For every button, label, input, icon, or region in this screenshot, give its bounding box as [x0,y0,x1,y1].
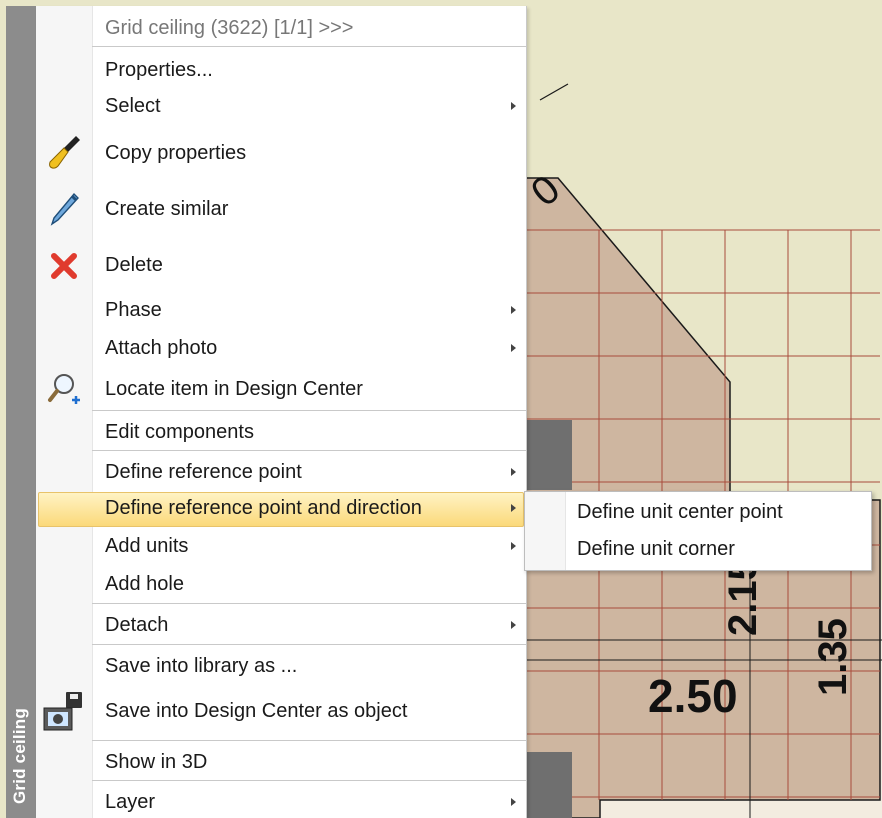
menu-item-label: Create similar [105,198,229,220]
submenu-arrow-icon [511,542,516,550]
menu-separator [92,740,526,741]
submenu-arrow-icon [511,504,516,512]
submenu-arrow-icon [511,344,516,352]
menu-item-label: Define reference point and direction [105,497,422,519]
menu-item-label: Add units [105,535,189,557]
save-photo-icon [42,690,86,734]
menu-item-label: Save into Design Center as object [105,700,408,722]
dimension-text: 2.50 [648,670,738,722]
menu-separator [92,450,526,451]
submenu-reference-direction: Define unit center point Define unit cor… [524,491,872,571]
menu-item-label: Detach [105,614,169,636]
menu-header[interactable]: Grid ceiling (3622) [1/1] >>> [36,14,526,44]
menu-header-label: Grid ceiling (3622) [1/1] >>> [105,17,354,39]
paintbrush-icon [46,132,82,169]
menu-item-define-reference-point[interactable]: Define reference point [36,458,526,488]
submenu-arrow-icon [511,798,516,806]
submenu-arrow-icon [511,621,516,629]
side-panel-title: Grid ceiling [10,708,29,804]
menu-item-label: Delete [105,254,163,276]
menu-item-show-in-3d[interactable]: Show in 3D [36,748,526,778]
context-menu: Grid ceiling (3622) [1/1] >>> Properties… [36,6,527,818]
side-panel-strip: Grid ceiling [6,6,36,818]
menu-item-label: Define reference point [105,461,302,483]
menu-item-add-units[interactable]: Add units [36,532,526,562]
menu-item-phase[interactable]: Phase [36,296,526,326]
menu-item-save-into-library[interactable]: Save into library as ... [36,652,526,682]
menu-item-detach[interactable]: Detach [36,611,526,641]
dimension-text: 1.35 [811,618,855,696]
menu-item-delete[interactable]: Delete [36,246,526,286]
menu-item-label: Attach photo [105,337,218,359]
menu-separator [92,644,526,645]
menu-item-label: Add hole [105,573,184,595]
submenu-item-unit-corner[interactable]: Define unit corner [577,538,735,561]
menu-item-attach-photo[interactable]: Attach photo [36,334,526,364]
menu-item-copy-properties[interactable]: Copy properties [36,134,526,174]
menu-item-save-into-design-center[interactable]: Save into Design Center as object [36,690,526,734]
menu-item-label: Layer [105,791,156,813]
menu-separator [92,780,526,781]
wall-segment [526,752,572,818]
menu-item-add-hole[interactable]: Add hole [36,570,526,600]
menu-item-edit-components[interactable]: Edit components [36,418,526,448]
menu-item-label: Properties... [105,59,213,81]
menu-item-layer[interactable]: Layer [36,788,526,818]
menu-item-label: Save into library as ... [105,655,298,677]
menu-item-locate-in-design-center[interactable]: Locate item in Design Center [36,370,526,410]
menu-separator [92,410,526,411]
menu-item-label: Select [105,95,161,117]
submenu-icon-gutter [525,492,566,570]
submenu-item-unit-center-point[interactable]: Define unit center point [577,501,783,524]
menu-item-properties[interactable]: Properties... [36,56,526,86]
menu-item-label: Show in 3D [105,751,208,773]
menu-item-label: Phase [105,299,162,321]
menu-separator [92,603,526,604]
menu-item-define-reference-point-and-direction[interactable]: Define reference point and direction [36,494,526,524]
delete-x-icon [46,246,82,282]
menu-item-label: Edit components [105,421,254,443]
menu-item-create-similar[interactable]: Create similar [36,190,526,230]
menu-item-label: Locate item in Design Center [105,378,363,400]
eyedropper-icon [46,190,82,226]
menu-item-label: Copy properties [105,142,247,164]
menu-item-select[interactable]: Select [36,92,526,122]
submenu-arrow-icon [511,468,516,476]
submenu-arrow-icon [511,306,516,314]
menu-separator [92,46,526,47]
magnifier-plus-icon [46,370,82,406]
submenu-arrow-icon [511,102,516,110]
wall-segment [526,420,572,490]
